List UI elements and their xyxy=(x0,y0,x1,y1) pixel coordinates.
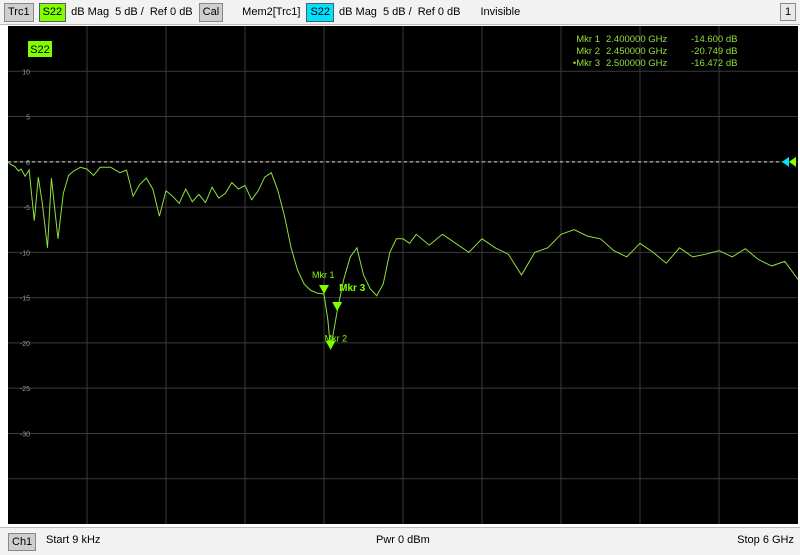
source-power[interactable]: Pwr 0 dBm xyxy=(376,534,430,546)
trace-param-chip[interactable]: S22 xyxy=(38,2,67,22)
marker-table-label: •Mkr 3 xyxy=(573,58,600,69)
trace-info-bar: Trc1 S22 dB Mag 5 dB / Ref 0 dB Cal Mem2… xyxy=(0,0,800,25)
y-tick-label: -25 xyxy=(20,386,30,393)
trace-scale[interactable]: 5 dB / xyxy=(115,6,144,18)
memory-ref[interactable]: Ref 0 dB xyxy=(418,6,461,18)
memory-format[interactable]: dB Mag xyxy=(339,6,377,18)
trace-tag[interactable]: S22 xyxy=(30,44,50,56)
trace-ref[interactable]: Ref 0 dB xyxy=(150,6,193,18)
channel-label[interactable]: Ch1 xyxy=(8,533,37,551)
marker-table-frequency: 2.500000 GHz xyxy=(606,58,668,69)
marker-table-frequency: 2.400000 GHz xyxy=(606,34,668,45)
y-tick-label: -20 xyxy=(20,341,30,348)
start-frequency[interactable]: Start 9 kHz xyxy=(46,534,100,546)
marker-3-label[interactable]: Mkr 3 xyxy=(339,283,366,294)
y-tick-label: 10 xyxy=(22,69,30,76)
marker-info-table: Mkr 1 2.400000 GHz -14.600 dB Mkr 2 2.450000… xyxy=(573,34,738,69)
vna-window: Trc1 S22 dB Mag 5 dB / Ref 0 dB Cal Mem2… xyxy=(0,0,800,555)
y-tick-label: -5 xyxy=(24,205,30,212)
trace-label-chip[interactable]: Trc1 xyxy=(4,2,34,22)
marker-table-frequency: 2.450000 GHz xyxy=(606,46,668,57)
y-tick-label: 5 xyxy=(26,115,30,122)
marker-table-label: Mkr 2 xyxy=(576,46,600,57)
memory-param-chip[interactable]: S22 xyxy=(306,2,335,22)
memory-scale[interactable]: 5 dB / xyxy=(383,6,412,18)
y-tick-label: -10 xyxy=(20,250,30,257)
y-tick-label: -30 xyxy=(20,431,30,438)
measurement-diagram[interactable]: 1050-5-10-15-20-25-30 Mkr 1Mkr 2Mkr 3 S2… xyxy=(8,26,798,524)
memory-trace-label[interactable]: Mem2[Trc1] xyxy=(242,6,300,18)
marker-table-value: -20.749 dB xyxy=(691,46,737,57)
marker-1-label[interactable]: Mkr 1 xyxy=(312,270,335,280)
stop-frequency[interactable]: Stop 6 GHz xyxy=(737,534,794,546)
y-tick-label: 0 xyxy=(26,160,30,167)
marker-table-label: Mkr 1 xyxy=(576,34,600,45)
cal-chip[interactable]: Cal xyxy=(198,2,224,22)
marker-table-value: -16.472 dB xyxy=(691,58,737,69)
window-number-badge[interactable]: 1 xyxy=(780,3,796,21)
y-tick-label: -15 xyxy=(20,296,30,303)
marker-table-value: -14.600 dB xyxy=(691,34,737,45)
marker-2-label[interactable]: Mkr 2 xyxy=(325,334,348,344)
status-bar: Ch1 Start 9 kHz Pwr 0 dBm Stop 6 GHz xyxy=(0,527,800,555)
trace-format[interactable]: dB Mag xyxy=(71,6,109,18)
memory-state[interactable]: Invisible xyxy=(481,6,521,18)
